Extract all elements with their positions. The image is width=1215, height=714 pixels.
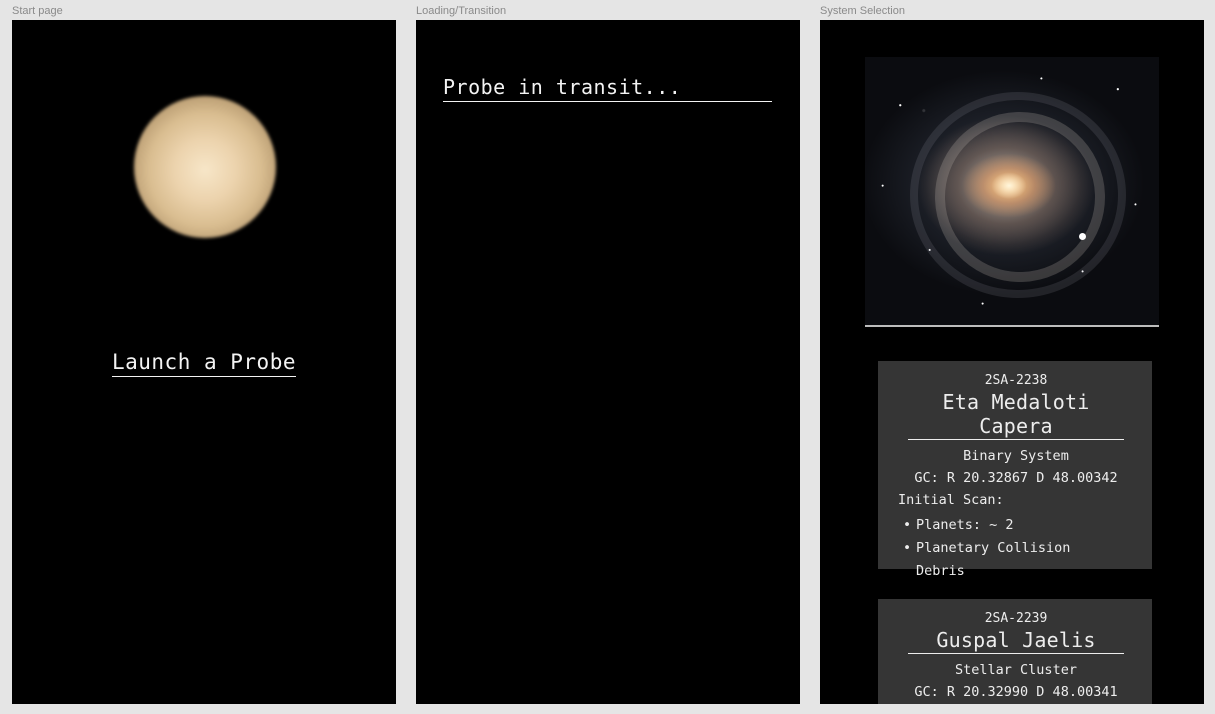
galaxy-arm xyxy=(910,92,1126,298)
scan-result-item: Planetary Collision Debris xyxy=(903,537,1124,583)
planet-image xyxy=(134,96,276,238)
frame-label-selection: System Selection xyxy=(820,5,905,17)
galaxy-map-image[interactable] xyxy=(865,57,1159,327)
system-type: Stellar Cluster xyxy=(955,662,1077,678)
system-card[interactable]: 2SA-2239 Guspal Jaelis Stellar Cluster G… xyxy=(878,599,1152,704)
scan-heading: Initial Scan: xyxy=(898,492,1004,508)
system-type: Binary System xyxy=(963,448,1069,464)
system-location-marker[interactable] xyxy=(1079,233,1086,240)
system-name-link[interactable]: Eta Medaloti Capera xyxy=(908,390,1124,440)
scan-result-item: Planets: ~ 2 xyxy=(903,514,1124,537)
start-page-frame: Launch a Probe xyxy=(12,20,396,704)
system-coordinates: GC: R 20.32990 D 48.00341 xyxy=(914,684,1118,700)
system-name-link[interactable]: Guspal Jaelis xyxy=(908,628,1124,654)
transit-status-text: Probe in transit... xyxy=(443,75,772,102)
launch-probe-link-wrapper: Launch a Probe xyxy=(12,350,396,377)
system-card[interactable]: 2SA-2238 Eta Medaloti Capera Binary Syst… xyxy=(878,361,1152,579)
frame-label-loading: Loading/Transition xyxy=(416,5,507,17)
system-id: 2SA-2238 xyxy=(984,373,1048,388)
system-coordinates: GC: R 20.32867 D 48.00342 xyxy=(914,470,1118,486)
system-id: 2SA-2239 xyxy=(984,611,1048,626)
system-selection-frame: 2SA-2238 Eta Medaloti Capera Binary Syst… xyxy=(820,20,1204,704)
launch-probe-link[interactable]: Launch a Probe xyxy=(111,350,296,377)
loading-frame: Probe in transit... xyxy=(416,20,800,704)
frame-label-start: Start page xyxy=(12,5,63,17)
scan-results-list: Planets: ~ 2 Planetary Collision Debris xyxy=(903,514,1124,583)
